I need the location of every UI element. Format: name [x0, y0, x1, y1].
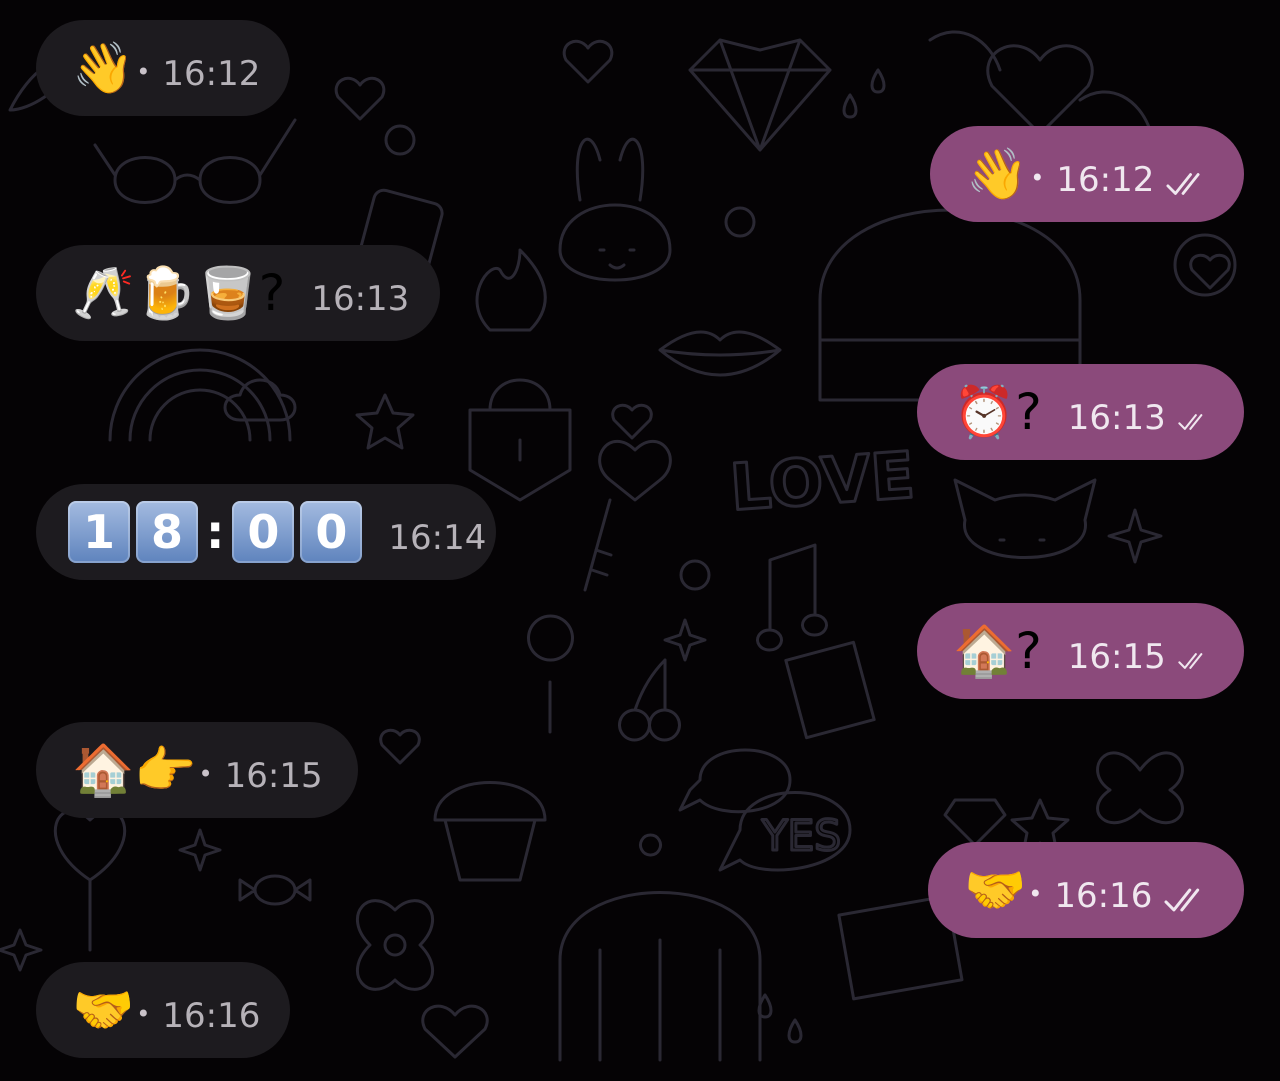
- handshake-emoji: 🤝: [72, 981, 135, 1039]
- heart-doodle: [334, 76, 386, 121]
- star-doodle: [1107, 508, 1163, 564]
- star-doodle: [178, 828, 222, 872]
- drinks-emoji: 🥂🍺🥃?: [72, 264, 286, 322]
- dot-icon: •: [1028, 880, 1043, 908]
- lollipop-doodle: [527, 614, 574, 734]
- stamp-doodle: [784, 640, 876, 740]
- incoming-message[interactable]: 🥂🍺🥃? 16:13: [36, 245, 440, 341]
- keycap-time: 1 8 : 0 0: [68, 501, 363, 563]
- waving-hand-emoji: 👋: [966, 145, 1029, 203]
- cherry-doodle: [618, 658, 681, 742]
- flower-doodle: [383, 933, 407, 957]
- dot-icon: •: [198, 760, 213, 788]
- lips-doodle: [658, 330, 782, 377]
- handshake-emoji: 🤝: [964, 861, 1027, 919]
- star-doodle: [663, 618, 707, 662]
- yes-doodle: YES: [761, 811, 841, 860]
- keycap-colon: :: [206, 505, 225, 559]
- incoming-message[interactable]: 👋 • 16:12: [36, 20, 290, 116]
- bunny-doodle: [558, 137, 672, 282]
- cupcake-doodle: [433, 781, 547, 882]
- heart-lollipop-doodle: [53, 809, 127, 952]
- keycap-digit: 0: [232, 501, 295, 563]
- dot-icon: •: [1030, 164, 1045, 192]
- sun-doodle: [384, 124, 416, 156]
- sun-doodle: [724, 206, 756, 238]
- crystal-heart-doodle: [688, 38, 832, 152]
- star-doodle: [355, 393, 415, 450]
- wing-doodle: [928, 30, 1152, 132]
- sunglasses-doodle: [93, 118, 297, 204]
- outgoing-message[interactable]: 👋 • 16:12: [930, 126, 1244, 222]
- outgoing-message[interactable]: 🏠? 16:15: [917, 603, 1244, 699]
- rainbow-doodle: [108, 348, 292, 442]
- message-time: 16:13: [311, 279, 410, 319]
- music-note-doodle: [756, 543, 828, 652]
- message-time: 16:15: [224, 756, 323, 796]
- heart-doodle: [562, 39, 614, 84]
- butterfly-doodle: [1096, 751, 1184, 825]
- fire-doodle: [475, 248, 547, 332]
- drop-doodle: [842, 93, 858, 119]
- heart-doodle: [986, 44, 1094, 136]
- diamond-doodle: [943, 798, 1007, 847]
- keycap-digit: 0: [300, 501, 363, 563]
- message-time: 16:16: [1054, 876, 1153, 916]
- candy-doodle: [238, 874, 312, 906]
- speech-heart-doodle: [678, 748, 792, 814]
- heart-doodle: [1189, 253, 1231, 290]
- keycap-digit: 1: [68, 501, 130, 563]
- double-check-icon: [1164, 888, 1200, 912]
- message-time: 16:15: [1067, 637, 1166, 677]
- rosette-doodle: [1173, 233, 1237, 297]
- outgoing-message[interactable]: ⏰? 16:13: [917, 364, 1244, 460]
- birdcage-doodle: [558, 833, 762, 1062]
- incoming-message[interactable]: 🤝 • 16:16: [36, 962, 290, 1058]
- heart-doodle: [421, 1004, 489, 1059]
- love-doodle: LOVE: [728, 439, 917, 526]
- house-emoji: 🏠?: [953, 622, 1042, 680]
- heart-doodle: [379, 728, 421, 765]
- keycap-digit: 8: [136, 501, 198, 563]
- message-time: 16:16: [162, 996, 261, 1036]
- incoming-message[interactable]: 1 8 : 0 0 16:14: [36, 484, 496, 580]
- sun-doodle: [679, 559, 711, 591]
- message-time: 16:12: [1056, 160, 1155, 200]
- double-check-icon: [1178, 414, 1203, 430]
- cat-doodle: [953, 478, 1097, 559]
- drop-doodle: [787, 1018, 803, 1044]
- dot-icon: •: [136, 1000, 151, 1028]
- double-check-icon: [1166, 173, 1200, 195]
- alarm-clock-emoji: ⏰?: [953, 383, 1042, 441]
- outgoing-message[interactable]: 🤝 • 16:16: [928, 842, 1244, 938]
- message-time: 16:13: [1067, 398, 1166, 438]
- waving-hand-emoji: 👋: [72, 39, 135, 97]
- house-pointing-emoji: 🏠👉: [72, 741, 197, 799]
- key-doodle: [583, 439, 672, 592]
- double-check-icon: [1178, 653, 1203, 669]
- message-time: 16:12: [162, 54, 261, 94]
- drop-doodle: [870, 68, 886, 94]
- incoming-message[interactable]: 🏠👉 • 16:15: [36, 722, 358, 818]
- message-time: 16:14: [388, 518, 487, 558]
- flower-doodle: [356, 899, 434, 991]
- cloud-doodle: [223, 378, 297, 422]
- dot-icon: •: [136, 58, 151, 86]
- lock-doodle: [468, 378, 572, 502]
- heart-doodle: [611, 403, 653, 440]
- star-doodle: [0, 928, 43, 972]
